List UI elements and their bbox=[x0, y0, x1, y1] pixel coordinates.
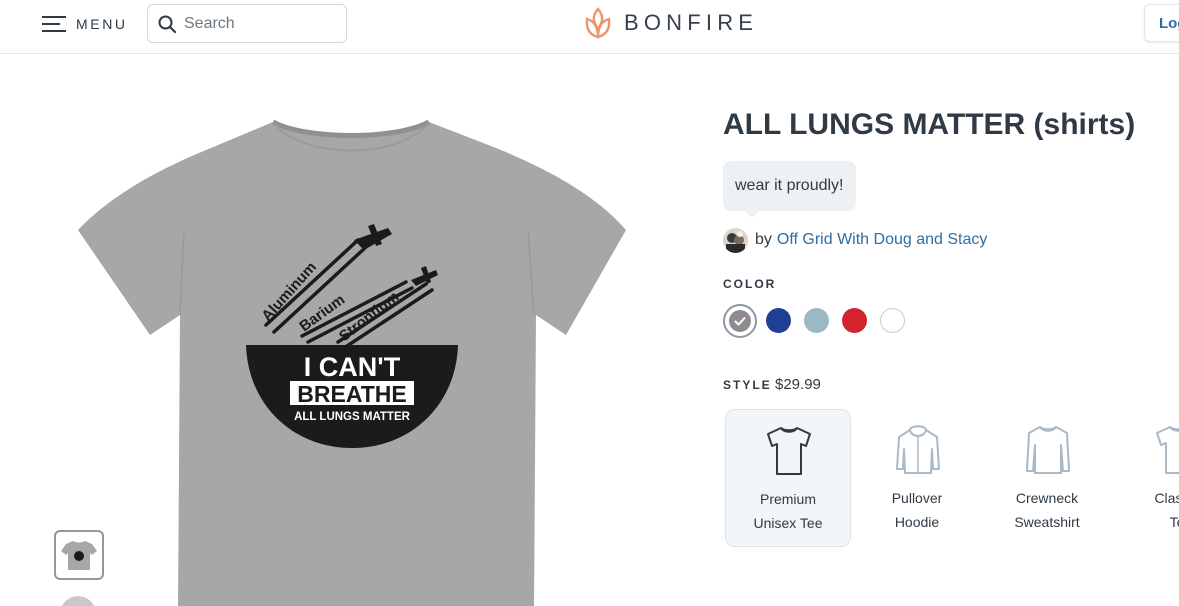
tshirt-thumbnail-icon bbox=[61, 541, 97, 570]
style-option-crewneck-sweatshirt[interactable]: Crewneck Sweatshirt bbox=[985, 409, 1111, 547]
style-option-line2: Te bbox=[1169, 514, 1179, 530]
menu-label: MENU bbox=[76, 16, 128, 32]
product-thumbnail-1[interactable] bbox=[54, 530, 104, 580]
style-option-line1: Pullover bbox=[891, 490, 943, 506]
product-title: ALL LUNGS MATTER (shirts) bbox=[723, 108, 1136, 141]
by-label: by bbox=[755, 231, 772, 248]
style-option-classic-tee[interactable]: Classic Te bbox=[1115, 409, 1179, 547]
tshirt-icon bbox=[767, 427, 811, 475]
style-option-line1: Classic bbox=[1154, 490, 1179, 506]
bonfire-logo[interactable]: BONFIRE bbox=[584, 7, 758, 39]
style-option-premium-unisex-tee[interactable]: Premium Unisex Tee bbox=[725, 409, 851, 547]
creator-line: by Off Grid With Doug and Stacy bbox=[723, 227, 987, 253]
logo-wordmark: BONFIRE bbox=[624, 10, 759, 35]
hoodie-icon bbox=[896, 425, 940, 474]
color-swatch-heather-grey[interactable] bbox=[723, 304, 757, 338]
sweatshirt-icon bbox=[1026, 426, 1070, 474]
product-price: $29.99 bbox=[775, 376, 821, 393]
style-label: STYLE bbox=[723, 378, 772, 392]
creator-link[interactable]: Off Grid With Doug and Stacy bbox=[777, 231, 987, 249]
color-swatch-red[interactable] bbox=[842, 308, 867, 333]
hamburger-icon bbox=[42, 16, 66, 32]
color-swatch-light-blue[interactable] bbox=[804, 308, 829, 333]
color-label: COLOR bbox=[723, 277, 777, 291]
menu-button[interactable]: MENU bbox=[42, 13, 128, 35]
design-line-2: BREATHE bbox=[297, 381, 406, 407]
product-image: Aluminum Barium Strontium I CAN'T BREATH… bbox=[78, 119, 626, 606]
product-tagline: wear it proudly! bbox=[723, 161, 856, 218]
tshirt-icon bbox=[1156, 426, 1179, 474]
search-box[interactable] bbox=[147, 4, 347, 43]
style-option-line2: Hoodie bbox=[894, 514, 940, 530]
checkmark-icon bbox=[734, 316, 746, 326]
design-line-1: I CAN'T bbox=[304, 352, 401, 382]
top-navigation-bar: MENU BONFIRE Log bbox=[0, 0, 1179, 54]
creator-avatar[interactable] bbox=[723, 227, 748, 253]
search-input[interactable] bbox=[184, 14, 334, 33]
flame-logo-icon bbox=[585, 7, 611, 39]
style-option-line2: Unisex Tee bbox=[753, 515, 823, 531]
login-button[interactable]: Log bbox=[1144, 4, 1179, 42]
design-line-3: ALL LUNGS MATTER bbox=[294, 411, 411, 423]
style-option-pullover-hoodie[interactable]: Pullover Hoodie bbox=[855, 409, 981, 547]
search-icon bbox=[158, 15, 176, 33]
color-swatch-royal-blue[interactable] bbox=[766, 308, 791, 333]
style-option-line1: Premium bbox=[759, 491, 816, 507]
style-option-line2: Sweatshirt bbox=[1014, 514, 1080, 530]
color-swatch-white[interactable] bbox=[880, 308, 905, 333]
style-option-line1: Crewneck bbox=[1015, 490, 1079, 506]
